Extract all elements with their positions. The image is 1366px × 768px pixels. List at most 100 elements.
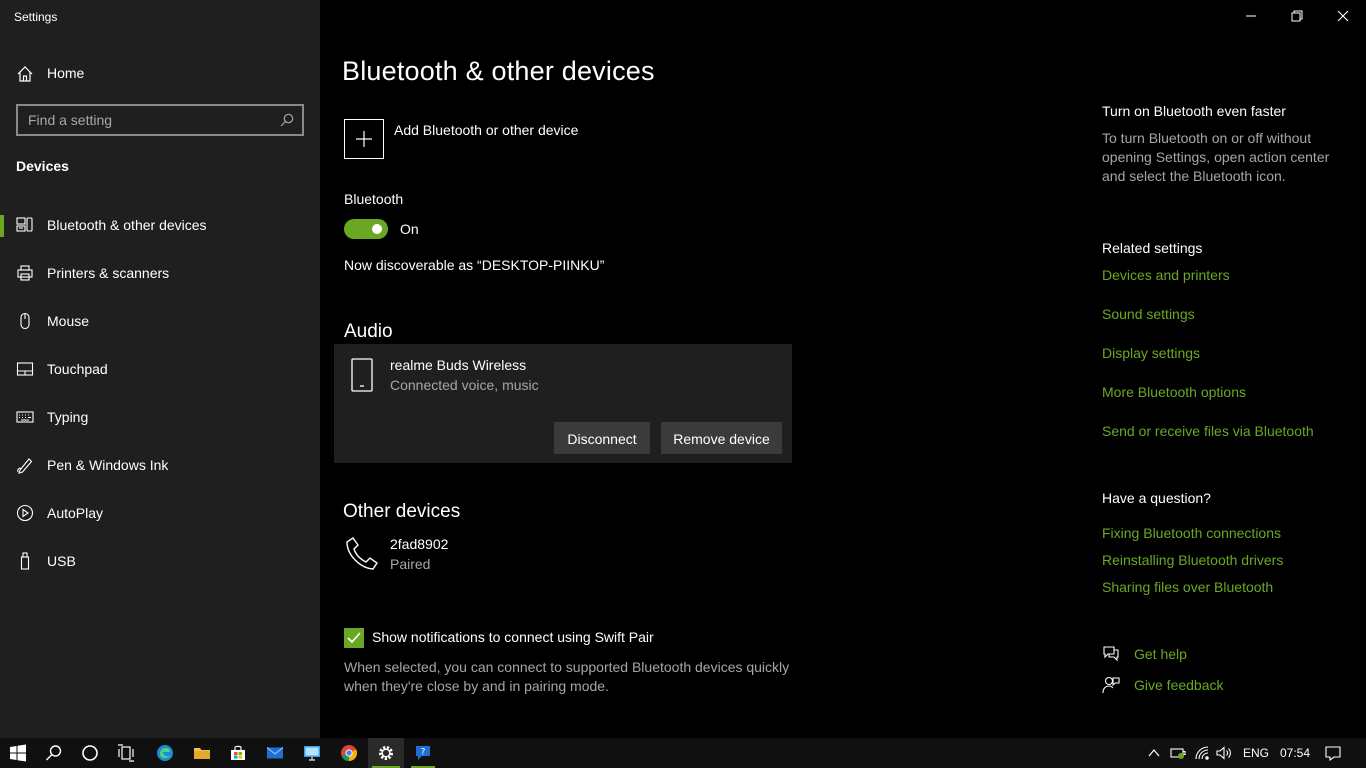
feedback-icon: [1102, 676, 1120, 694]
telephone-icon: [344, 536, 378, 572]
clock[interactable]: 07:54: [1280, 746, 1310, 760]
chrome-icon: [341, 745, 358, 761]
minimize-button[interactable]: [1228, 0, 1274, 32]
chat-help-icon: [1102, 645, 1120, 663]
sidebar-item-pen[interactable]: Pen & Windows Ink: [0, 445, 320, 485]
swift-pair-checkbox[interactable]: [344, 628, 364, 648]
keyboard-icon: [16, 408, 34, 426]
link-sharing-files[interactable]: Sharing files over Bluetooth: [1102, 579, 1273, 595]
file-explorer-icon: [194, 748, 210, 759]
bluetooth-toggle[interactable]: [344, 219, 388, 239]
phone-device-icon: [351, 358, 373, 392]
disconnect-button[interactable]: Disconnect: [554, 422, 650, 454]
nav-home[interactable]: Home: [0, 56, 320, 92]
toggle-knob: [372, 224, 382, 234]
discoverable-text: Now discoverable as “DESKTOP-PIINKU”: [344, 257, 605, 273]
give-feedback-label: Give feedback: [1134, 677, 1224, 693]
sidebar-item-label: Pen & Windows Ink: [47, 457, 169, 473]
battery-icon[interactable]: [1170, 745, 1186, 761]
search-input[interactable]: Find a setting: [16, 104, 304, 136]
sidebar-item-label: Bluetooth & other devices: [47, 217, 207, 233]
task-view-button[interactable]: [108, 738, 144, 768]
help-app-button[interactable]: ?: [405, 738, 441, 768]
nav-home-label: Home: [47, 65, 85, 81]
sidebar-item-usb[interactable]: USB: [0, 541, 320, 581]
settings-button[interactable]: [368, 738, 404, 768]
search-icon[interactable]: [280, 113, 294, 127]
start-icon: [10, 744, 26, 762]
restore-button[interactable]: [1274, 0, 1320, 32]
home-icon: [16, 65, 34, 83]
add-icon: [344, 119, 384, 159]
close-button[interactable]: [1320, 0, 1366, 32]
sidebar-item-mouse[interactable]: Mouse: [0, 301, 320, 341]
sidebar-item-label: AutoPlay: [47, 505, 104, 521]
mail-icon: [266, 747, 284, 759]
svg-text:?: ?: [421, 748, 426, 758]
sidebar-item-label: USB: [47, 553, 76, 569]
language-indicator[interactable]: ENG: [1243, 746, 1269, 760]
link-display-settings[interactable]: Display settings: [1102, 345, 1200, 361]
sidebar-item-autoplay[interactable]: AutoPlay: [0, 493, 320, 533]
sidebar-item-label: Mouse: [47, 313, 90, 329]
search-placeholder: Find a setting: [28, 112, 113, 128]
mail-button[interactable]: [257, 738, 293, 768]
remote-desktop-icon: [304, 746, 320, 761]
remote-desktop-button[interactable]: [294, 738, 330, 768]
autoplay-icon: [16, 504, 34, 522]
link-send-receive-files[interactable]: Send or receive files via Bluetooth: [1102, 423, 1314, 439]
sidebar-item-label: Typing: [47, 409, 89, 425]
audio-device-card[interactable]: realme Buds Wireless Connected voice, mu…: [334, 344, 792, 463]
action-center-icon[interactable]: [1325, 745, 1341, 761]
link-devices-and-printers[interactable]: Devices and printers: [1102, 267, 1230, 283]
edge-icon: [157, 745, 173, 761]
related-settings-heading: Related settings: [1102, 240, 1203, 256]
sidebar: Settings Home Find a setting Devices Blu…: [0, 0, 320, 738]
device-status: Paired: [390, 556, 431, 572]
give-feedback-link[interactable]: Give feedback: [1102, 676, 1302, 698]
other-device-item[interactable]: 2fad8902 Paired: [344, 536, 644, 578]
cortana-button[interactable]: [72, 738, 108, 768]
remove-device-button[interactable]: Remove device: [661, 422, 782, 454]
audio-heading: Audio: [344, 321, 393, 342]
sidebar-item-bluetooth[interactable]: Bluetooth & other devices: [0, 205, 320, 245]
add-device-label: Add Bluetooth or other device: [394, 122, 579, 138]
edge-button[interactable]: [147, 738, 183, 768]
get-help-link[interactable]: Get help: [1102, 645, 1302, 667]
help-app-icon: ?: [416, 746, 430, 760]
device-name: 2fad8902: [390, 536, 449, 552]
file-explorer-button[interactable]: [184, 738, 220, 768]
pen-icon: [16, 456, 34, 474]
sidebar-item-touchpad[interactable]: Touchpad: [0, 349, 320, 389]
swift-pair-label[interactable]: Show notifications to connect using Swif…: [372, 629, 654, 645]
other-devices-heading: Other devices: [343, 501, 461, 522]
search-icon: [46, 745, 62, 761]
bluetooth-devices-icon: [16, 216, 34, 234]
search-button[interactable]: [36, 738, 72, 768]
link-reinstalling-drivers[interactable]: Reinstalling Bluetooth drivers: [1102, 552, 1283, 568]
link-more-bluetooth-options[interactable]: More Bluetooth options: [1102, 384, 1246, 400]
restore-icon: [1291, 10, 1303, 22]
volume-icon[interactable]: [1216, 745, 1232, 761]
chrome-button[interactable]: [331, 738, 367, 768]
sidebar-item-typing[interactable]: Typing: [0, 397, 320, 437]
link-sound-settings[interactable]: Sound settings: [1102, 306, 1195, 322]
printer-icon: [16, 264, 34, 282]
task-view-icon: [118, 744, 134, 762]
checkmark-icon: [347, 632, 361, 644]
settings-icon: [379, 746, 393, 760]
store-button[interactable]: [220, 738, 256, 768]
question-heading: Have a question?: [1102, 490, 1211, 506]
tip-heading: Turn on Bluetooth even faster: [1102, 103, 1286, 119]
sidebar-item-printers[interactable]: Printers & scanners: [0, 253, 320, 293]
close-icon: [1337, 10, 1349, 22]
link-fixing-bluetooth[interactable]: Fixing Bluetooth connections: [1102, 525, 1281, 541]
device-status: Connected voice, music: [390, 377, 539, 393]
bluetooth-label: Bluetooth: [344, 191, 404, 207]
chevron-up-icon[interactable]: [1146, 745, 1162, 761]
start-button[interactable]: [0, 738, 36, 768]
add-device-button[interactable]: Add Bluetooth or other device: [344, 119, 604, 159]
wifi-icon[interactable]: [1194, 745, 1210, 761]
minimize-icon: [1246, 15, 1256, 17]
mouse-icon: [16, 312, 34, 330]
